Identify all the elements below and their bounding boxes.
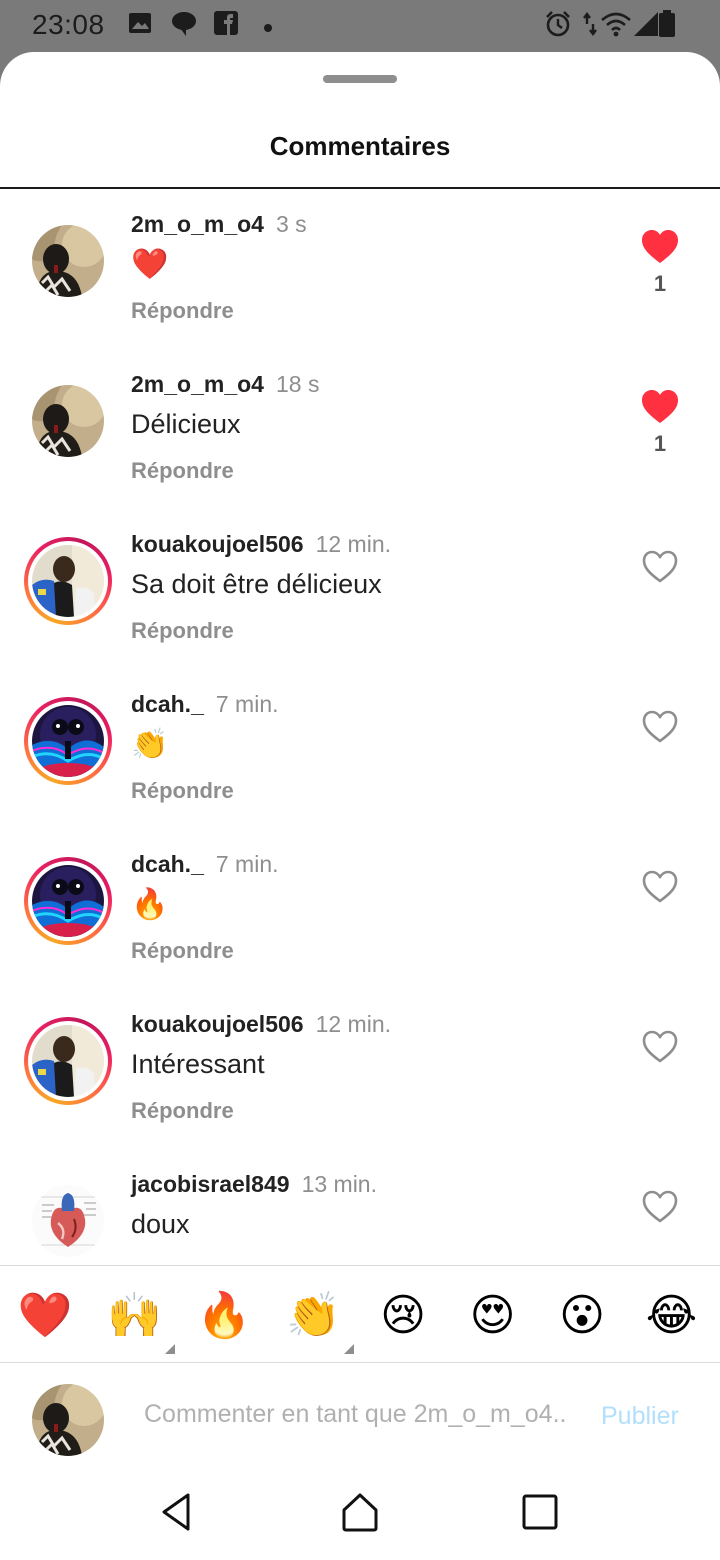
avatar-image [32,1384,104,1456]
comment-text: Délicieux [131,409,241,439]
home-icon[interactable] [338,1490,382,1534]
like-count: 1 [653,271,667,296]
comment-username[interactable]: kouakoujoel506 [131,531,304,557]
navigation-bar [0,1464,720,1560]
reply-button[interactable]: Répondre [131,298,234,324]
comment-timestamp: 13 min. [301,1171,377,1197]
comment-username[interactable]: 2m_o_m_o4 [131,211,264,237]
avatar[interactable] [24,217,112,305]
heart-filled-icon[interactable] [640,229,680,265]
reply-button[interactable]: Répondre [131,938,234,964]
avatar-image [32,225,104,297]
comment-text: ❤️ [131,248,169,281]
comment-text: Sa doit être délicieux [131,569,382,599]
comment-header: dcah._ 7 min. [131,851,279,878]
image-icon [127,10,153,41]
comment-header: 2m_o_m_o4 18 s [131,371,319,398]
comment-text: doux [131,1209,190,1239]
sheet-title: Commentaires [269,131,451,161]
avatar-image [32,1185,104,1257]
reaction-clapping-hands-icon[interactable]: 👏 [286,1288,354,1354]
recents-icon[interactable] [518,1490,562,1534]
comment-row: 2m_o_m_o4 3 s ❤️ Répondre 1 [0,189,720,349]
comment-username[interactable]: dcah._ [131,691,204,717]
drag-handle[interactable] [323,75,397,83]
avatar-with-story-ring[interactable] [24,697,112,785]
reaction-heart-eyes-icon[interactable]: 😍 [465,1288,521,1344]
comment-timestamp: 7 min. [215,691,279,717]
signal-icon [632,10,660,43]
comment-timestamp: 12 min. [315,1011,392,1037]
heart-outline-icon[interactable] [640,1029,680,1065]
comment-row: dcah._ 7 min. 🔥 Répondre [0,829,720,989]
heart-outline-icon[interactable] [640,1189,680,1225]
comment-input[interactable]: Commenter en tant que 2m_o_m_o4... [144,1400,568,1429]
comment-header: dcah._ 7 min. [131,691,279,718]
comment-timestamp: 7 min. [215,851,279,877]
comment-text: 👏 [131,728,169,761]
reaction-open-mouth-icon[interactable]: 😮 [554,1288,610,1344]
comment-timestamp: 3 s [275,211,307,237]
status-bar: 23:08 [0,0,720,52]
reaction-raised-hands-icon[interactable]: 🙌 [107,1288,175,1354]
reply-button[interactable]: Répondre [131,618,234,644]
more-variants-indicator [164,1344,175,1354]
reply-button[interactable]: Répondre [131,778,234,804]
avatar-with-story-ring[interactable] [24,857,112,945]
own-avatar [24,1376,112,1464]
dot-icon [263,20,273,38]
alarm-icon [544,10,572,43]
comment-text: 🔥 [131,888,169,921]
reply-button[interactable]: Répondre [131,458,234,484]
reaction-tears-of-joy-icon[interactable]: 😂 [644,1288,700,1344]
reaction-heart-icon[interactable]: ❤️ [17,1288,73,1344]
comment-username[interactable]: jacobisrael849 [131,1171,290,1197]
comment-timestamp: 18 s [275,371,320,397]
avatar-image [32,545,104,617]
comment-row: jacobisrael849 13 min. doux [0,1149,720,1264]
like-count: 1 [653,431,667,456]
chat-bubble-icon [170,10,198,41]
quick-reactions-bar: ❤️ 🙌 🔥 👏 😢 😍 😮 😂 [0,1265,720,1363]
back-icon[interactable] [156,1490,200,1534]
comment-header: kouakoujoel506 12 min. [131,531,391,558]
heart-filled-icon[interactable] [640,389,680,425]
facebook-icon [213,10,239,41]
avatar-image [32,865,104,937]
avatar-image [32,1025,104,1097]
comments-sheet: Commentaires 2m_o_m_o4 3 s ❤️ Répondre 1 2m_o… [0,52,720,1560]
reaction-fire-icon[interactable]: 🔥 [196,1288,252,1344]
comment-username[interactable]: 2m_o_m_o4 [131,371,264,397]
avatar-image [32,385,104,457]
avatar-image [32,705,104,777]
comment-timestamp: 12 min. [315,531,392,557]
comment-username[interactable]: dcah._ [131,851,204,877]
heart-outline-icon[interactable] [640,869,680,905]
data-arrows-icon [583,10,597,43]
comment-header: kouakoujoel506 12 min. [131,1011,391,1038]
comment-row: kouakoujoel506 12 min. Intéressant Répondre [0,989,720,1149]
comment-text: Intéressant [131,1049,265,1079]
heart-outline-icon[interactable] [640,549,680,585]
comment-list[interactable]: 2m_o_m_o4 3 s ❤️ Répondre 1 2m_o_m_o4 18 s Déli… [0,189,720,1264]
heart-outline-icon[interactable] [640,709,680,745]
avatar[interactable] [24,377,112,465]
comment-row: 2m_o_m_o4 18 s Délicieux Répondre 1 [0,349,720,509]
avatar-with-story-ring[interactable] [24,1017,112,1105]
reaction-crying-face-icon[interactable]: 😢 [375,1288,431,1344]
avatar[interactable] [24,1177,112,1264]
status-time: 23:08 [32,9,105,40]
comment-row: kouakoujoel506 12 min. Sa doit être délici… [0,509,720,669]
comment-row: dcah._ 7 min. 👏 Répondre [0,669,720,829]
comment-header: 2m_o_m_o4 3 s [131,211,307,238]
comment-composer: Commenter en tant que 2m_o_m_o4... Publi… [0,1364,720,1464]
reply-button[interactable]: Répondre [131,1098,234,1124]
wifi-icon [600,10,632,43]
comment-username[interactable]: kouakoujoel506 [131,1011,304,1037]
comment-header: jacobisrael849 13 min. [131,1171,377,1198]
more-variants-indicator [343,1344,354,1354]
publish-button[interactable]: Publier [601,1402,679,1431]
battery-icon [658,10,676,43]
avatar-with-story-ring[interactable] [24,537,112,625]
